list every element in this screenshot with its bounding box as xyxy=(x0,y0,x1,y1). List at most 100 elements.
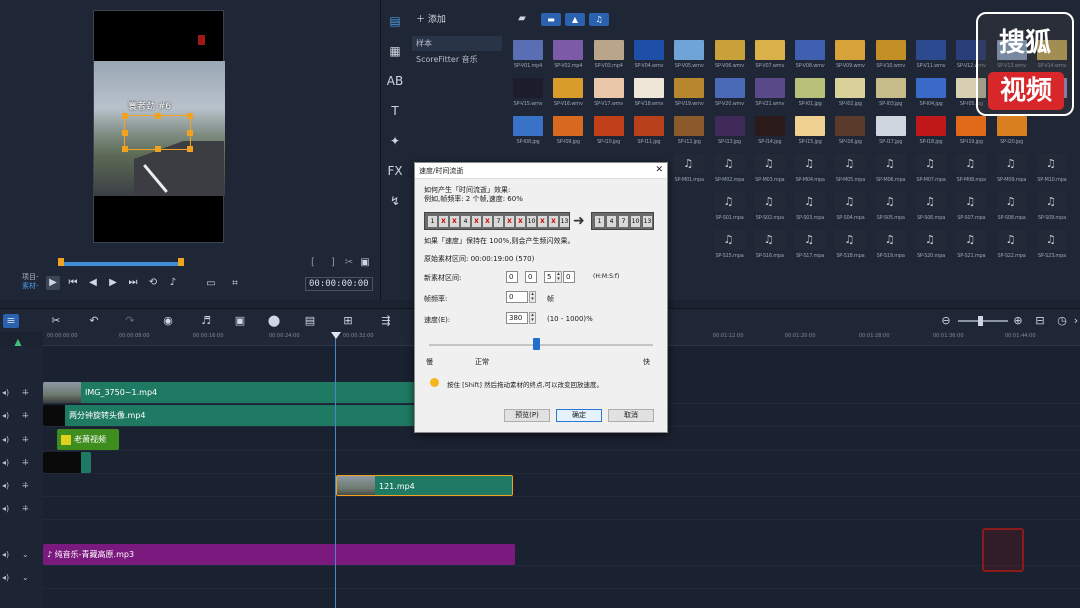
redo-icon[interactable]: ↷ xyxy=(122,314,138,328)
resize-handle[interactable] xyxy=(187,130,193,136)
filter-photo-icon[interactable]: ▲ xyxy=(565,13,585,26)
device-icon[interactable]: ▭ xyxy=(204,277,218,291)
library-thumbnail[interactable]: SP-I08.jpg xyxy=(509,116,547,153)
track-lane[interactable] xyxy=(43,566,1080,589)
library-thumbnail[interactable]: SP-S18.mpa xyxy=(831,230,869,267)
overlay-clip[interactable]: 两分钟旋转头像.mp4 xyxy=(43,405,418,426)
library-thumbnail[interactable]: SP-I17.jpg xyxy=(872,116,910,153)
preview-canvas[interactable]: 寰者劲 #6 xyxy=(93,10,225,243)
track-lane[interactable] xyxy=(43,474,1080,497)
library-thumbnail[interactable]: SP-V15.wmv xyxy=(509,78,547,115)
library-thumbnail[interactable]: SP-I14.jpg xyxy=(751,116,789,153)
library-thumbnail[interactable]: SP-V07.wmv xyxy=(751,40,789,77)
repeat-icon[interactable]: ⟲ xyxy=(146,276,160,290)
volume-icon[interactable]: ♪ xyxy=(166,276,180,290)
trim-handle-start[interactable] xyxy=(58,258,64,266)
library-thumbnail[interactable]: SP-I16.jpg xyxy=(831,116,869,153)
library-thumbnail[interactable]: SP-I18.jpg xyxy=(912,116,950,153)
frames-field[interactable]: 0 xyxy=(563,271,575,283)
library-thumbnail[interactable]: SP-S20.mpa xyxy=(912,230,950,267)
speed-clip[interactable]: 121.mp4 xyxy=(336,475,513,496)
trim-scrubber[interactable] xyxy=(60,262,182,266)
preview-button[interactable]: 预览(P) xyxy=(504,409,550,422)
library-thumbnail[interactable]: SP-M04.mpa xyxy=(791,154,829,191)
library-thumbnail[interactable]: SP-S16.mpa xyxy=(751,230,789,267)
track-mute-icon[interactable]: ◂) xyxy=(2,481,9,490)
library-thumbnail[interactable]: SP-S08.mpa xyxy=(993,192,1031,229)
folder-icon[interactable]: ▰ xyxy=(515,12,529,26)
speed-slider[interactable] xyxy=(429,344,653,346)
timeline-view-icon[interactable]: ≡ xyxy=(3,314,19,328)
sidebar-item-scorefitter[interactable]: ScoreFitter 音乐 xyxy=(412,52,502,67)
media-icon[interactable]: ▤ xyxy=(381,6,409,36)
resize-handle[interactable] xyxy=(122,146,128,152)
add-folder-button[interactable]: ＋ 添加 xyxy=(416,12,446,25)
project-mode-label[interactable]: 项目- xyxy=(22,273,39,282)
library-thumbnail[interactable]: SP-M01.mpa xyxy=(670,154,708,191)
library-thumbnail[interactable]: SP-M05.mpa xyxy=(831,154,869,191)
go-to-end-icon[interactable]: ⏭ xyxy=(126,276,140,290)
clip-mode-label[interactable]: 素材- xyxy=(22,282,39,291)
library-thumbnail[interactable]: SP-V03.mp4 xyxy=(590,40,628,77)
split-icon[interactable]: ✂ xyxy=(342,256,356,270)
library-thumbnail[interactable]: SP-V20.wmv xyxy=(711,78,749,115)
library-thumbnail[interactable]: SP-M03.mpa xyxy=(751,154,789,191)
crop-icon[interactable]: ⌗ xyxy=(228,277,242,291)
tools-icon[interactable]: ✂ xyxy=(48,314,64,328)
subtitle-icon[interactable]: ▤ xyxy=(302,314,318,328)
mark-in-icon[interactable]: [ xyxy=(306,256,320,270)
library-thumbnail[interactable]: SP-I15.jpg xyxy=(791,116,829,153)
library-thumbnail[interactable]: SP-M09.mpa xyxy=(993,154,1031,191)
library-thumbnail[interactable]: SP-I19.jpg xyxy=(952,116,990,153)
library-thumbnail[interactable]: SP-M06.mpa xyxy=(872,154,910,191)
playhead[interactable] xyxy=(335,332,336,608)
title-clip[interactable]: 老萧视频 xyxy=(57,429,119,450)
library-thumbnail[interactable]: SP-I12.jpg xyxy=(670,116,708,153)
library-thumbnail[interactable]: SP-I20.jpg xyxy=(993,116,1031,153)
track-mute-icon[interactable]: ◂) xyxy=(2,550,9,559)
spin-arrows-icon[interactable]: ▴ ▾ xyxy=(529,291,536,303)
motion-tracking-icon[interactable]: ⬤ xyxy=(266,314,282,328)
track-grid-icon[interactable]: ⁜ xyxy=(22,481,29,490)
library-thumbnail[interactable]: SP-I03.jpg xyxy=(872,78,910,115)
library-thumbnail[interactable]: SP-V04.wmv xyxy=(630,40,668,77)
library-thumbnail[interactable]: SP-V17.wmv xyxy=(590,78,628,115)
track-mute-icon[interactable]: ◂) xyxy=(2,458,9,467)
zoom-out-icon[interactable]: ⊖ xyxy=(938,314,954,328)
track-mute-icon[interactable]: ◂) xyxy=(2,411,9,420)
library-thumbnail[interactable]: SP-V06.wmv xyxy=(711,40,749,77)
time-remap-icon[interactable]: ⇶ xyxy=(378,314,394,328)
library-thumbnail[interactable]: SP-M07.mpa xyxy=(912,154,950,191)
library-thumbnail[interactable]: SP-M08.mpa xyxy=(952,154,990,191)
track-mute-icon[interactable]: ◂) xyxy=(2,435,9,444)
library-thumbnail[interactable]: SP-V10.wmv xyxy=(872,40,910,77)
close-icon[interactable]: ✕ xyxy=(655,165,663,175)
library-thumbnail[interactable]: SP-V09.wmv xyxy=(831,40,869,77)
next-frame-icon[interactable]: ▶ xyxy=(106,276,120,290)
snapshot-icon[interactable]: ▣ xyxy=(358,256,372,270)
spin-arrows-icon[interactable]: ▴ ▾ xyxy=(529,312,536,324)
track-expand-icon[interactable]: ⌄ xyxy=(22,550,29,559)
transition-icon[interactable]: AB xyxy=(381,66,409,96)
library-thumbnail[interactable]: SP-S09.mpa xyxy=(1033,192,1071,229)
title-icon[interactable]: T xyxy=(381,96,409,126)
graphic-icon[interactable]: ✦ xyxy=(381,126,409,156)
track-grid-icon[interactable]: ⁜ xyxy=(22,435,29,444)
library-thumbnail[interactable]: SP-M02.mpa xyxy=(711,154,749,191)
record-icon[interactable]: ◉ xyxy=(160,314,176,328)
library-thumbnail[interactable]: SP-S01.mpa xyxy=(711,192,749,229)
ok-button[interactable]: 确定 xyxy=(556,409,602,422)
track-lane[interactable] xyxy=(43,497,1080,520)
fx-icon[interactable]: FX xyxy=(381,156,409,186)
undo-icon[interactable]: ↶ xyxy=(86,314,102,328)
library-thumbnail[interactable]: SP-S03.mpa xyxy=(791,192,829,229)
library-thumbnail[interactable]: SP-S15.mpa xyxy=(711,230,749,267)
selection-box[interactable] xyxy=(122,113,193,152)
spin-arrows-icon[interactable]: ▴ ▾ xyxy=(555,271,562,283)
multicam-icon[interactable]: ⊞ xyxy=(340,314,356,328)
library-thumbnail[interactable]: SP-S02.mpa xyxy=(751,192,789,229)
library-thumbnail[interactable]: SP-V02.mp4 xyxy=(549,40,587,77)
library-thumbnail[interactable]: SP-I01.jpg xyxy=(791,78,829,115)
fps-field[interactable]: 0 xyxy=(506,291,528,303)
library-thumbnail[interactable]: SP-S21.mpa xyxy=(952,230,990,267)
